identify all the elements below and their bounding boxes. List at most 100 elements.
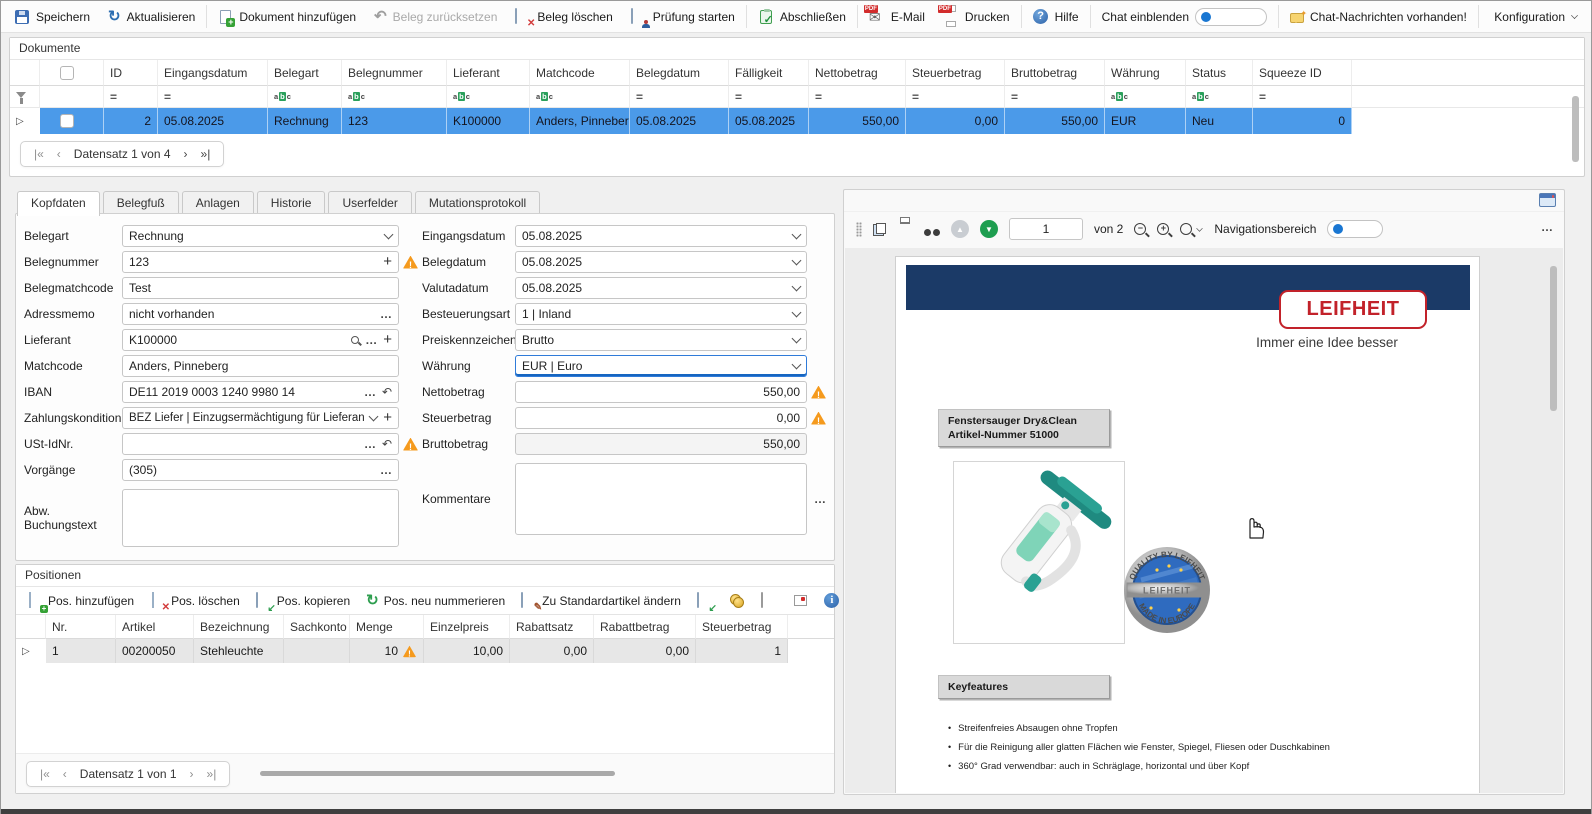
filter-lieferant[interactable] [447, 86, 530, 108]
navigation-pane-toggle[interactable] [1327, 220, 1383, 238]
filter-steuerbetrag[interactable] [906, 86, 1005, 108]
finish-button[interactable]: Abschließen [749, 1, 855, 32]
position-copy-button[interactable]: Pos. kopieren [249, 589, 357, 613]
eingangsdatum-select[interactable]: 05.08.2025 [515, 225, 807, 247]
chat-messages-button[interactable]: Chat-Nachrichten vorhanden! [1281, 1, 1476, 32]
filter-bruttobetrag[interactable] [1005, 86, 1105, 108]
filter-eingangsdatum[interactable] [158, 86, 268, 108]
filter-squeeze-id[interactable] [1253, 86, 1352, 108]
column-header-squeeze-id[interactable]: Squeeze ID [1253, 60, 1352, 86]
more-icon[interactable] [814, 492, 826, 506]
column-header-nettobetrag[interactable]: Nettobetrag [809, 60, 906, 86]
pager-first-button[interactable] [34, 147, 44, 161]
chevron-down-icon[interactable] [792, 255, 802, 265]
tab-userfelder[interactable]: Userfelder [328, 191, 411, 214]
chevron-down-icon[interactable] [792, 307, 802, 317]
nettobetrag-input[interactable]: 550,00 [515, 381, 807, 403]
pos-column-artikel[interactable]: Artikel [116, 615, 194, 639]
pager-first-button[interactable] [40, 767, 50, 781]
steuerbetrag-input[interactable]: 0,00 [515, 407, 807, 429]
iban-input[interactable]: DE11 2019 0003 1240 9980 14 [122, 381, 399, 403]
delete-document-button[interactable]: Beleg löschen [506, 1, 621, 32]
belegdatum-select[interactable]: 05.08.2025 [515, 251, 807, 273]
pager-prev-button[interactable] [63, 767, 67, 781]
previous-page-button[interactable]: ▲ [951, 220, 969, 238]
search-binoculars-icon[interactable] [924, 225, 940, 236]
column-header-eingangsdatum[interactable]: Eingangsdatum [158, 60, 268, 86]
more-icon[interactable] [380, 463, 392, 477]
chevron-down-icon[interactable] [792, 281, 802, 291]
chevron-down-icon[interactable] [369, 411, 379, 421]
print-button[interactable]: Drucken [934, 1, 1019, 32]
pos-column-einzelpreis[interactable]: Einzelpreis [424, 615, 510, 639]
pdf-document-area[interactable]: LEIFHEIT Immer eine Idee besser Fensters… [845, 248, 1563, 793]
abw-buchungstext-textarea[interactable] [122, 489, 399, 547]
valutadatum-select[interactable]: 05.08.2025 [515, 277, 807, 299]
record-window-button[interactable] [786, 589, 815, 613]
pos-column-rabattbetrag[interactable]: Rabattbetrag [594, 615, 696, 639]
filter-faelligkeit[interactable] [729, 86, 809, 108]
pager-last-button[interactable] [207, 767, 217, 781]
preiskennzeichen-select[interactable]: Brutto [515, 329, 807, 351]
pos-column-bezeichnung[interactable]: Bezeichnung [194, 615, 284, 639]
matchcode-input[interactable]: Anders, Pinneberg [122, 355, 399, 377]
row-expander[interactable]: ▷ [10, 108, 40, 134]
email-button[interactable]: E-Mail [860, 1, 934, 32]
recalculate-button[interactable] [754, 589, 784, 613]
undo-icon[interactable] [382, 385, 392, 399]
next-page-button[interactable]: ▼ [980, 220, 998, 238]
chat-toggle-switch[interactable] [1195, 8, 1267, 26]
chevron-down-icon[interactable] [792, 229, 802, 239]
documents-scrollbar[interactable] [1572, 96, 1579, 162]
undo-icon[interactable] [382, 437, 392, 451]
lieferant-input[interactable]: K100000 [122, 329, 399, 351]
refresh-button[interactable]: ↻ Aktualisieren [99, 1, 204, 32]
column-header-belegnummer[interactable]: Belegnummer [342, 60, 447, 86]
configuration-menu[interactable]: Konfiguration [1485, 1, 1587, 32]
adressmemo-input[interactable]: nicht vorhanden [122, 303, 399, 325]
add-icon[interactable] [383, 411, 392, 425]
column-header-id[interactable]: ID [104, 60, 158, 86]
vorgaenge-input[interactable]: (305) [122, 459, 399, 481]
column-header-matchcode[interactable]: Matchcode [530, 60, 630, 86]
save-button[interactable]: Speichern [5, 1, 99, 32]
belegnummer-input[interactable]: 123 [122, 251, 399, 273]
page-number-input[interactable]: 1 [1009, 218, 1083, 240]
chevron-down-icon[interactable] [384, 229, 394, 239]
add-icon[interactable] [383, 255, 392, 269]
pos-column-rabattsatz[interactable]: Rabattsatz [510, 615, 594, 639]
zoom-out-icon[interactable]: − [1134, 223, 1146, 235]
pdf-scrollbar[interactable] [1550, 266, 1557, 411]
column-header-bruttobetrag[interactable]: Bruttobetrag [1005, 60, 1105, 86]
tab-anlagen[interactable]: Anlagen [182, 191, 254, 214]
waehrung-select[interactable]: EUR | Euro [515, 355, 807, 377]
ustidnr-input[interactable] [122, 433, 399, 455]
row-checkbox[interactable] [60, 114, 74, 128]
prices-button[interactable] [722, 589, 752, 613]
more-icon[interactable] [380, 307, 392, 321]
page-thumbnails-icon[interactable] [873, 223, 886, 236]
pager-prev-button[interactable] [57, 147, 61, 161]
add-icon[interactable] [383, 333, 392, 347]
filter-belegnummer[interactable] [342, 86, 447, 108]
position-delete-button[interactable]: Pos. löschen [143, 589, 247, 613]
filter-id[interactable] [104, 86, 158, 108]
column-header-belegdatum[interactable]: Belegdatum [630, 60, 729, 86]
select-all-checkbox[interactable] [60, 66, 74, 80]
zoom-in-icon[interactable]: + [1157, 223, 1169, 235]
tab-mutationsprotokoll[interactable]: Mutationsprotokoll [415, 191, 540, 214]
row-expander[interactable]: ▷ [16, 639, 46, 663]
column-header-status[interactable]: Status [1186, 60, 1253, 86]
tab-belegfuss[interactable]: Belegfuß [103, 191, 179, 214]
column-header-waehrung[interactable]: Währung [1105, 60, 1186, 86]
checkbox-column-header[interactable] [40, 60, 104, 86]
pos-column-menge[interactable]: Menge [350, 615, 424, 639]
copy-to-table-button[interactable] [690, 589, 720, 613]
position-renumber-button[interactable]: ↻ Pos. neu nummerieren [359, 589, 512, 613]
detach-window-icon[interactable] [1539, 193, 1556, 207]
besteuerungsart-select[interactable]: 1 | Inland [515, 303, 807, 325]
pager-next-button[interactable] [190, 767, 194, 781]
tab-kopfdaten[interactable]: Kopfdaten [17, 191, 100, 216]
filter-status[interactable] [1186, 86, 1253, 108]
filter-belegart[interactable] [268, 86, 342, 108]
